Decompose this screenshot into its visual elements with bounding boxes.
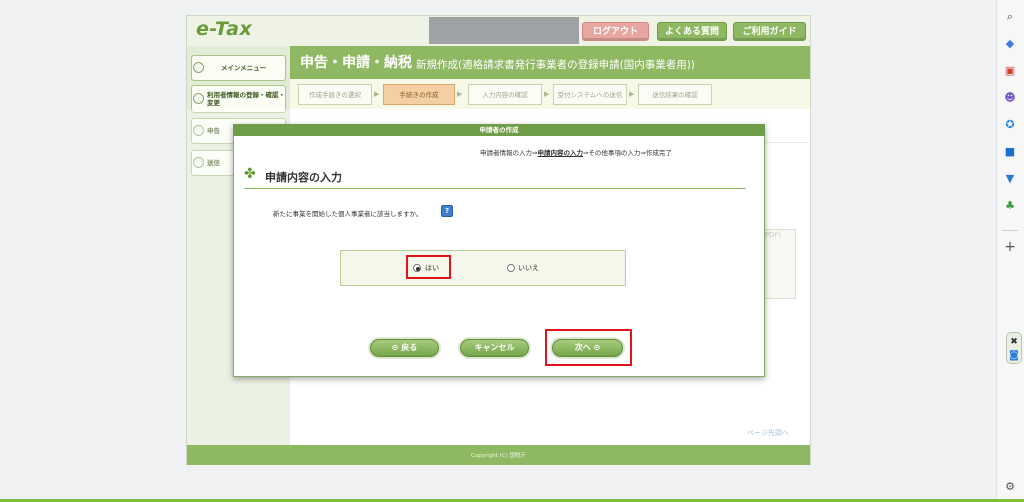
- toolbox-icon[interactable]: ▣: [1001, 62, 1019, 80]
- logout-button[interactable]: ログアウト: [582, 22, 649, 41]
- section-title: 申請内容の入力: [265, 171, 342, 184]
- add-icon[interactable]: +: [1001, 238, 1019, 256]
- step-arrow-icon: ▶: [457, 90, 463, 98]
- faq-button[interactable]: よくある質問: [657, 22, 727, 41]
- breadcrumb-current: 申請内容の入力: [537, 149, 583, 157]
- cancel-button[interactable]: キャンセル: [460, 339, 529, 357]
- settings-icon[interactable]: ⚙: [1001, 478, 1019, 496]
- tree-icon[interactable]: ♣: [1001, 197, 1019, 215]
- rail-divider: [1002, 230, 1018, 231]
- help-icon[interactable]: ?: [441, 205, 453, 217]
- guide-button[interactable]: ご利用ガイド: [733, 22, 806, 41]
- step-arrow-icon: ▶: [374, 90, 380, 98]
- radio-no-label[interactable]: いいえ: [518, 263, 539, 273]
- breadcrumb: 申請者情報の入力⇒申請内容の入力⇒その他事項の入力⇒作成完了: [480, 147, 672, 157]
- etax-logo[interactable]: e-Tax: [196, 18, 252, 40]
- step-arrow-icon: ▶: [629, 90, 635, 98]
- outlook-icon[interactable]: ■: [1001, 143, 1019, 161]
- user-icon: [193, 93, 204, 104]
- copilot-icon[interactable]: ✪: [1001, 116, 1019, 134]
- shopping-icon[interactable]: ▼: [1001, 170, 1019, 188]
- people-icon[interactable]: ☻: [1001, 89, 1019, 107]
- page-title: 申告・申請・納税: [300, 55, 412, 71]
- step-create: 手続きの作成: [383, 84, 455, 105]
- highlight-next: [545, 329, 632, 366]
- copyright: Copyright (C) 国税庁: [470, 453, 526, 459]
- radio-group: [340, 250, 626, 286]
- breadcrumb-before: 申請者情報の入力⇒: [480, 149, 538, 157]
- sidebar-item-label: 利用者情報の登録・確認・変更: [207, 91, 285, 107]
- back-button[interactable]: ⊙ 戻る: [370, 339, 439, 357]
- step-select: 作成手続きの選択: [298, 84, 372, 105]
- dialog-title: 申請者の作成: [233, 124, 765, 136]
- clover-icon: ✤: [244, 166, 256, 182]
- page-subtitle: 新規作成(適格請求書発行事業者の登録申請(国内事業者用)): [416, 59, 695, 71]
- breadcrumb-after: ⇒その他事項の入力⇒作成完了: [582, 149, 672, 157]
- step-result: 送信結果の確認: [638, 84, 712, 105]
- sidebar-item-label: メインメニュー: [220, 64, 267, 72]
- step-confirm: 入力内容の確認: [468, 84, 542, 105]
- step-submit: 受付システムへの送信: [553, 84, 627, 105]
- app-icon[interactable]: ◙: [1005, 347, 1023, 365]
- highlight-yes: [406, 255, 451, 279]
- question-text: 新たに事業を開始した個人事業者に該当しますか。: [273, 210, 423, 218]
- section-divider: [244, 188, 746, 189]
- step-arrow-icon: ▶: [544, 90, 550, 98]
- tag-icon[interactable]: ◆: [1001, 35, 1019, 53]
- search-icon[interactable]: ⌕: [1001, 8, 1019, 26]
- home-icon: [193, 62, 204, 73]
- radio-no[interactable]: [507, 264, 515, 272]
- sidebar-item-main-menu[interactable]: メインメニュー: [191, 55, 286, 81]
- masked-user-area: [429, 17, 579, 44]
